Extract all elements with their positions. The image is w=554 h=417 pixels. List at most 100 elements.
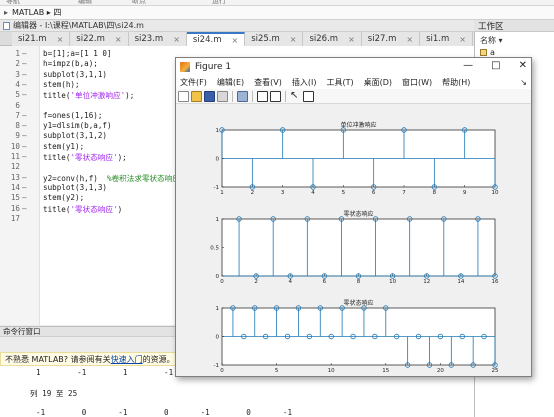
line-number: 8 [15,121,20,131]
breakpoint-marker[interactable]: — [22,49,27,58]
y-tick-label: 0 [216,274,220,280]
tab-si26-m[interactable]: si26.m × [303,32,362,46]
editor-header: 编辑器 - I:\课程\MATLAB\四\si24.m [0,20,474,32]
tab-si1-m[interactable]: si1.m × [420,32,473,46]
close-button[interactable]: ✕ [519,60,527,71]
tab-label: si27.m [367,34,397,44]
x-tick-label: 16 [492,279,499,285]
tab-si24-m[interactable]: si24.m × [186,32,246,46]
figure-menu-item[interactable]: 桌面(D) [364,77,392,88]
quick-start-link[interactable]: 快速入门 [111,354,143,365]
current-folder-path[interactable]: MATLAB ▸ 四 [12,7,61,18]
line-number: 16 [10,203,20,213]
line-number: 5 [15,90,20,100]
colorbar-icon[interactable] [257,90,268,102]
breakpoint-marker[interactable]: — [22,173,27,182]
breakpoint-marker[interactable]: — [22,131,27,140]
x-tick-label: 0 [220,368,224,374]
variable-name: a [490,48,495,57]
figure-menu-item[interactable]: 插入(I) [292,77,317,88]
tab-si22-m[interactable]: si22.m × [70,32,129,46]
y-tick-label: -1 [214,363,219,369]
legend-icon[interactable] [270,90,281,102]
tab-close-icon[interactable]: × [348,35,355,44]
x-tick-label: 5 [275,368,279,374]
open-file-icon[interactable] [191,90,202,102]
breakpoint-marker[interactable]: — [22,111,27,120]
x-tick-label: 2 [251,190,255,196]
code-token: subplot(3,1,2) [43,131,108,141]
string-literal: '零状态响应' [70,204,118,214]
pointer-icon[interactable]: ↖ [290,90,301,102]
code-token: title( [43,204,71,214]
x-tick-label: 15 [382,368,389,374]
breakpoint-marker[interactable]: — [22,59,27,68]
code-text: y1=dlsim(b,a,f) [43,121,112,130]
tab-close-icon[interactable]: × [57,35,64,44]
tab-si21-m[interactable]: si21.m × [12,32,71,46]
tab-si25-m[interactable]: si25.m × [245,32,304,46]
x-tick-label: 14 [457,279,464,285]
x-tick-label: 2 [254,279,258,285]
new-figure-icon[interactable] [178,90,189,102]
breakpoint-marker[interactable]: — [22,90,27,99]
code-token: subplot(3,1,1) [43,69,108,79]
breakpoint-marker[interactable]: — [22,204,27,213]
x-tick-label: 4 [311,190,315,196]
code-comment: %卷积法求零状态响应 [107,173,180,183]
figure-menubar: 文件(F) 编辑(E) 查看(V) 插入(I) 工具(T) 桌面(D) 窗口(W) 帮助(H)… [176,76,531,89]
figure-menu-item[interactable]: 编辑(E) [217,77,244,88]
code-token: b=[1];a=[1 1 0] [43,49,112,58]
breakpoint-marker[interactable]: — [22,121,27,130]
print-icon[interactable] [217,90,228,102]
breakpoint-marker[interactable]: — [22,80,27,89]
line-number: 7 [15,110,20,120]
line-number: 17 [10,213,20,223]
figure-menu-item[interactable]: 查看(V) [254,77,282,88]
maximize-button[interactable]: □ [491,60,500,71]
dock-icon[interactable]: ↘ [520,78,527,87]
subplot-title: 零状态响应 [343,210,373,218]
figure-menu-item[interactable]: 文件(F) [180,77,207,88]
breakpoint-marker[interactable]: — [22,193,27,202]
figure-menu-item[interactable]: 工具(T) [326,77,353,88]
breakpoint-marker[interactable]: — [22,183,27,192]
figure-menu-item[interactable]: 帮助(H) [442,77,470,88]
breakpoint-marker[interactable]: — [22,142,27,151]
banner-text-end: 的资源。 [142,354,175,364]
workspace-variable[interactable]: a [480,48,495,57]
x-tick-label: 8 [433,190,437,196]
tab-close-icon[interactable]: × [173,35,180,44]
tab-close-icon[interactable]: × [406,35,413,44]
x-tick-label: 12 [423,279,430,285]
link-plot-icon[interactable] [237,90,248,102]
workspace-name-column[interactable]: 名称 ▾ [474,34,554,46]
editor-tabs: si21.m × si22.m × si23.m × si24.m × si25.m × si26.… [0,32,535,46]
tab-close-icon[interactable]: × [115,35,122,44]
subplot-title: 零状态响应 [343,299,373,307]
figure-title: Figure 1 [195,62,232,72]
breakpoint-marker[interactable]: — [22,70,27,79]
code-token: ) [117,204,123,214]
plot-tools-icon[interactable] [303,90,314,102]
tab-si27-m[interactable]: si27.m × [361,32,421,46]
code-token: h=impz(b,a); [43,59,98,69]
tab-close-icon[interactable]: × [290,35,297,44]
code-token: stem(h); [43,79,80,89]
save-icon[interactable] [204,90,215,102]
breakpoint-marker[interactable]: — [22,152,27,161]
path-expand-icon[interactable]: ▸ [4,8,8,17]
command-output-line: 列 19 至 25 [30,389,78,398]
figure-menu-item[interactable]: 窗口(W) [402,77,432,88]
minimize-button[interactable]: — [463,60,473,71]
figure-toolbar: ↖ [176,89,531,104]
y-tick-label: 1 [216,128,220,134]
tab-label: si24.m [192,35,222,45]
tab-close-icon[interactable]: × [459,35,466,44]
y-tick-label: 1 [216,306,220,312]
tab-close-icon[interactable]: × [231,36,238,45]
code-token: y1=dlsim(b,a,f) [43,121,112,131]
figure-titlebar[interactable]: Figure 1 — □ ✕ [176,58,531,76]
tab-si23-m[interactable]: si23.m × [128,32,187,46]
line-number: 4 [15,79,20,89]
